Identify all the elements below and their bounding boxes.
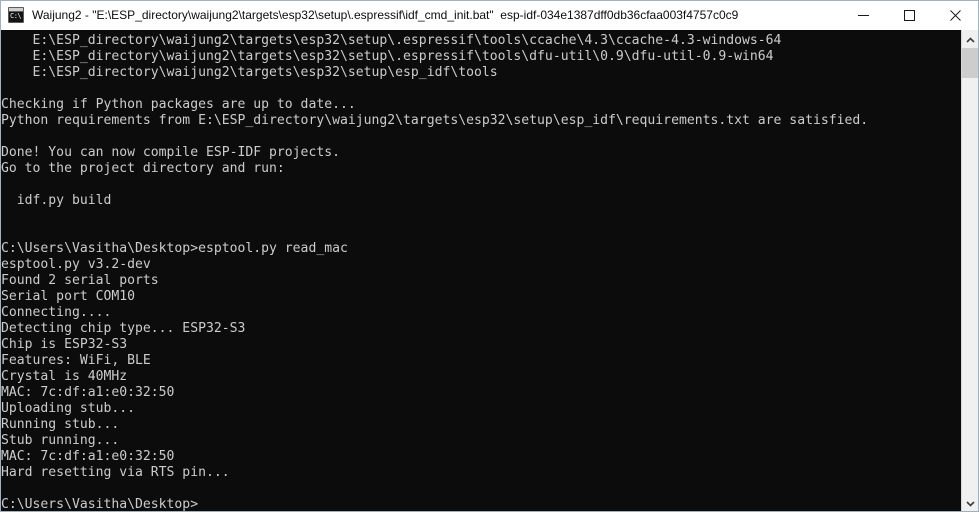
window-controls bbox=[840, 1, 978, 30]
terminal-line: Stub running... bbox=[1, 433, 120, 448]
close-icon bbox=[949, 9, 961, 21]
terminal-line: E:\ESP_directory\waijung2\targets\esp32\… bbox=[1, 65, 498, 80]
terminal-line: C:\Users\Vasitha\Desktop>esptool.py read… bbox=[1, 241, 348, 256]
window-title: Waijung2 - "E:\ESP_directory\waijung2\ta… bbox=[32, 7, 739, 22]
terminal-line: E:\ESP_directory\waijung2\targets\esp32\… bbox=[1, 33, 782, 48]
terminal-line: Go to the project directory and run: bbox=[1, 161, 285, 176]
chevron-up-icon bbox=[965, 30, 975, 48]
close-button[interactable] bbox=[932, 1, 978, 30]
terminal-line: idf.py build bbox=[1, 193, 112, 208]
terminal-line: Python requirements from E:\ESP_director… bbox=[1, 113, 869, 128]
terminal-line: Detecting chip type... ESP32-S3 bbox=[1, 321, 246, 336]
maximize-icon bbox=[903, 9, 915, 21]
maximize-button[interactable] bbox=[886, 1, 932, 30]
terminal-line: E:\ESP_directory\waijung2\targets\esp32\… bbox=[1, 49, 774, 64]
minimize-icon bbox=[857, 10, 869, 21]
console-window: C:\ Waijung2 - "E:\ESP_directory\waijung… bbox=[0, 0, 979, 512]
scrollbar-thumb[interactable] bbox=[962, 48, 978, 78]
terminal-line: Uploading stub... bbox=[1, 401, 136, 416]
terminal-line: MAC: 7c:df:a1:e0:32:50 bbox=[1, 449, 175, 464]
terminal-line: Checking if Python packages are up to da… bbox=[1, 97, 356, 112]
scrollbar-up-button[interactable] bbox=[962, 30, 978, 47]
terminal-output[interactable]: E:\ESP_directory\waijung2\targets\esp32\… bbox=[1, 30, 961, 511]
terminal-line: Running stub... bbox=[1, 417, 120, 432]
terminal-line: Hard resetting via RTS pin... bbox=[1, 465, 230, 480]
command-prompt-icon-text: C:\ bbox=[10, 12, 22, 20]
command-prompt-icon: C:\ bbox=[8, 7, 24, 23]
scrollbar-track[interactable] bbox=[962, 47, 978, 494]
terminal-area: E:\ESP_directory\waijung2\targets\esp32\… bbox=[1, 30, 978, 511]
terminal-line: Serial port COM10 bbox=[1, 289, 136, 304]
minimize-button[interactable] bbox=[840, 1, 886, 30]
terminal-line: Connecting.... bbox=[1, 305, 112, 320]
terminal-line: esptool.py v3.2-dev bbox=[1, 257, 151, 272]
title-bar[interactable]: C:\ Waijung2 - "E:\ESP_directory\waijung… bbox=[1, 1, 978, 30]
terminal-line: Chip is ESP32-S3 bbox=[1, 337, 128, 352]
terminal-line: Features: WiFi, BLE bbox=[1, 353, 151, 368]
chevron-down-icon bbox=[965, 494, 975, 512]
terminal-line: C:\Users\Vasitha\Desktop> bbox=[1, 497, 199, 511]
vertical-scrollbar[interactable] bbox=[961, 30, 978, 511]
terminal-line: Found 2 serial ports bbox=[1, 273, 159, 288]
terminal-line: Crystal is 40MHz bbox=[1, 369, 128, 384]
scrollbar-down-button[interactable] bbox=[962, 494, 978, 511]
terminal-line: Done! You can now compile ESP-IDF projec… bbox=[1, 145, 340, 160]
terminal-line: MAC: 7c:df:a1:e0:32:50 bbox=[1, 385, 175, 400]
